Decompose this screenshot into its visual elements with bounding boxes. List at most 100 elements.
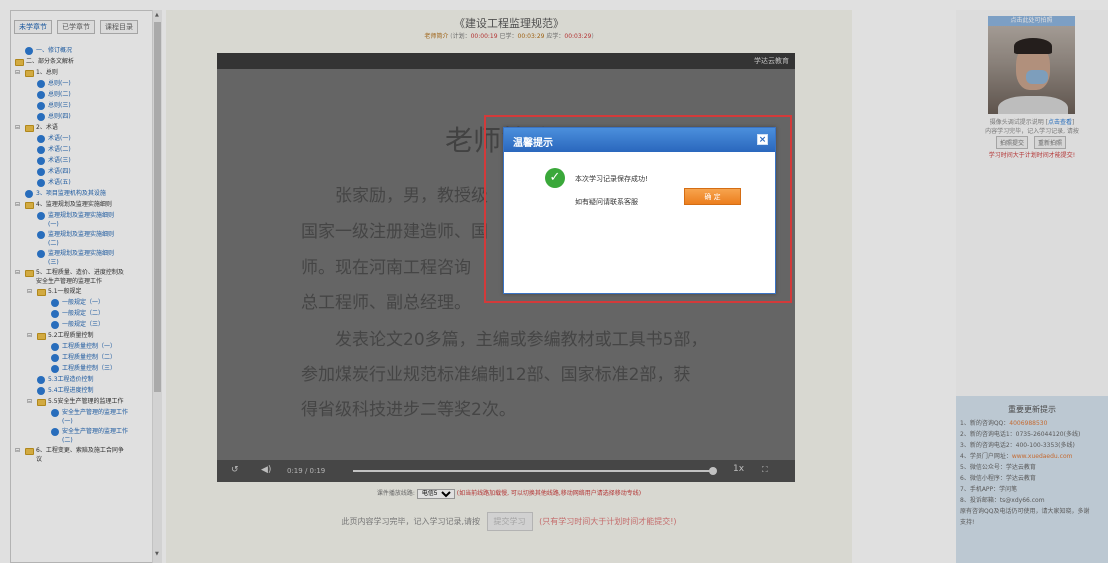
tree-folder[interactable]: ⊟ 2、术语 xyxy=(11,124,151,135)
play-icon xyxy=(37,168,45,176)
tree-lesson[interactable]: 监理规划及监理实施细则 (一) xyxy=(11,212,151,231)
tree-lesson[interactable]: 5.4工程进度控制 xyxy=(11,387,151,398)
play-icon xyxy=(51,343,59,351)
tree-lesson[interactable]: 术语(二) xyxy=(11,146,151,157)
tree-label: 5.4工程进度控制 xyxy=(48,387,94,394)
tree-folder[interactable]: ⊟ 5.2工程质量控制 xyxy=(11,332,151,343)
tab-catalog[interactable]: 课程目录 xyxy=(100,20,138,34)
tab-learned[interactable]: 已学章节 xyxy=(57,20,95,34)
tree-label: 2、术语 xyxy=(36,124,58,131)
tree-label: 3、项目监理机构及其设施 xyxy=(36,190,106,197)
collapse-icon[interactable]: ⊟ xyxy=(15,447,20,455)
collapse-icon[interactable]: ⊟ xyxy=(15,124,20,132)
tree-folder[interactable]: ⊟ 5.1一般规定 xyxy=(11,288,151,299)
tree-lesson[interactable]: 监理规划及监理实施细则 (三) xyxy=(11,250,151,269)
scrollbar-thumb[interactable] xyxy=(154,22,161,392)
tree-lesson[interactable]: 一般规定（一） xyxy=(11,299,151,310)
slide-line: 张家励，男，教授级 xyxy=(335,186,488,206)
collapse-icon[interactable]: ⊟ xyxy=(15,69,20,77)
tree-lesson[interactable]: 术语(一) xyxy=(11,135,151,146)
learned-time: 00:03:29 xyxy=(517,33,545,40)
play-icon xyxy=(37,157,45,165)
collapse-icon[interactable]: ⊟ xyxy=(15,201,20,209)
replay-icon[interactable]: ↺ xyxy=(231,465,239,475)
tree-label-cont: (二) xyxy=(48,240,59,247)
play-icon xyxy=(37,250,45,258)
tree-lesson[interactable]: 总则(三) xyxy=(11,102,151,113)
camera-header[interactable]: 点击此处可拍照 xyxy=(988,16,1075,26)
notice-item: 3、新的咨询电话2：400-100-3353(多线) xyxy=(960,440,1106,451)
tree-folder[interactable]: ⊟二、部分条文解析 xyxy=(11,58,151,69)
reshoot-button[interactable]: 重新拍照 xyxy=(1033,136,1066,149)
camera-buttons: 拍照提交 重新拍照 xyxy=(996,136,1070,149)
progress-knob[interactable] xyxy=(709,467,717,475)
tree-lesson[interactable]: 一、修订概况 xyxy=(11,47,151,58)
tab-unlearned[interactable]: 未学章节 xyxy=(14,20,52,34)
collapse-icon[interactable]: ⊟ xyxy=(27,398,32,406)
tree-lesson[interactable]: 总则(二) xyxy=(11,91,151,102)
ok-button[interactable]: 确 定 xyxy=(684,188,741,205)
tree-folder[interactable]: ⊟ 5.5安全生产管理的监理工作 xyxy=(11,398,151,409)
tree-lesson[interactable]: 术语(四) xyxy=(11,168,151,179)
tree-lesson[interactable]: 5.3工程造价控制 xyxy=(11,376,151,387)
folder-icon xyxy=(25,70,34,77)
volume-icon[interactable]: ◀) xyxy=(261,465,271,475)
tree-label: 一般规定（二） xyxy=(62,310,105,317)
close-icon[interactable]: × xyxy=(757,134,768,145)
tree-lesson[interactable]: 术语(三) xyxy=(11,157,151,168)
notice-text: 8、投诉邮箱：ts@xdy66.com xyxy=(960,497,1045,504)
speed-button[interactable]: 1x xyxy=(733,464,744,474)
tree-lesson[interactable]: 工程质量控制（一） xyxy=(11,343,151,354)
video-brand: 学达云教育 xyxy=(754,57,789,65)
sidebar-scrollbar[interactable]: ▲ ▼ xyxy=(152,10,162,563)
teacher-intro-link[interactable]: 老师简介 xyxy=(424,33,448,40)
tree-folder[interactable]: ⊟ 6、工程变更、索赔及施工合同争议 xyxy=(11,447,151,466)
collapse-icon[interactable]: ⊟ xyxy=(15,269,20,277)
camera-tip-link[interactable]: 点击查看 xyxy=(1048,119,1072,126)
tree-lesson[interactable]: 安全生产管理的监理工作 (二) xyxy=(11,428,151,447)
tree-folder[interactable]: ⊟ 4、监理规划及监理实施细则 xyxy=(11,201,151,212)
tree-lesson[interactable]: 监理规划及监理实施细则 (二) xyxy=(11,231,151,250)
play-icon xyxy=(51,299,59,307)
tree-label-cont: 安全生产管理的监理工作 xyxy=(36,278,103,285)
tree-lesson[interactable]: 安全生产管理的监理工作 (一) xyxy=(11,409,151,428)
tree-folder[interactable]: ⊟ 1、总则 xyxy=(11,69,151,80)
success-check-icon: ✓ xyxy=(545,168,565,188)
tree-label: 4、监理规划及监理实施细则 xyxy=(36,201,112,208)
tree-label-cont: (三) xyxy=(48,259,59,266)
tree-lesson[interactable]: 工程质量控制（三） xyxy=(11,365,151,376)
save-success-dialog: 温馨提示 × ✓ 本次学习记录保存成功! 如有疑问请联系客服 确 定 xyxy=(503,127,776,294)
notice-highlight[interactable]: www.xuedaedu.com xyxy=(1012,453,1073,460)
notice-text: 3、新的咨询电话2：400-100-3353(多线) xyxy=(960,442,1075,449)
fullscreen-icon[interactable]: ⛶ xyxy=(762,465,768,475)
scroll-up-icon[interactable]: ▲ xyxy=(155,12,159,18)
notice-item: 原有咨询QQ及电话仍可使用，请大家知晓，多谢 xyxy=(960,506,1106,517)
tree-lesson[interactable]: 一般规定（二） xyxy=(11,310,151,321)
submit-study-button[interactable]: 提交学习 xyxy=(486,512,533,531)
collapse-icon[interactable]: ⊟ xyxy=(27,332,32,340)
collapse-icon[interactable]: ⊟ xyxy=(27,288,32,296)
tree-lesson[interactable]: 3、项目监理机构及其设施 xyxy=(11,190,151,201)
play-icon xyxy=(37,387,45,395)
dialog-title: 温馨提示 xyxy=(513,138,553,149)
line-select[interactable]: 电信5 xyxy=(416,489,455,499)
tree-label: 1、总则 xyxy=(36,69,58,76)
tree-lesson[interactable]: 总则(四) xyxy=(11,113,151,124)
tree-folder[interactable]: ⊟ 5、工程质量、造价、进度控制及 安全生产管理的监理工作 xyxy=(11,269,151,288)
play-icon xyxy=(25,47,33,55)
submit-warning: (只有学习时间大于计划时间才能提交!) xyxy=(539,517,677,526)
tree-label: 监理规划及监理实施细则 xyxy=(48,212,115,219)
notice-text: 2、新的咨询电话1：0735-26044120(多线) xyxy=(960,431,1081,438)
tree-lesson[interactable]: 工程质量控制（二） xyxy=(11,354,151,365)
video-progress-bar[interactable] xyxy=(353,467,717,475)
scroll-down-icon[interactable]: ▼ xyxy=(155,551,159,557)
play-icon xyxy=(37,146,45,154)
folder-icon xyxy=(15,59,24,66)
tree-label: 监理规划及监理实施细则 xyxy=(48,231,115,238)
tree-lesson[interactable]: 一般规定（三） xyxy=(11,321,151,332)
tree-label: 5.3工程造价控制 xyxy=(48,376,94,383)
photo-submit-button[interactable]: 拍照提交 xyxy=(996,136,1029,149)
tree-lesson[interactable]: 总则(一) xyxy=(11,80,151,91)
tree-lesson[interactable]: 术语(五) xyxy=(11,179,151,190)
video-controls: ↺ ◀) 0:19 / 0:19 1x ⛶ xyxy=(217,460,795,482)
